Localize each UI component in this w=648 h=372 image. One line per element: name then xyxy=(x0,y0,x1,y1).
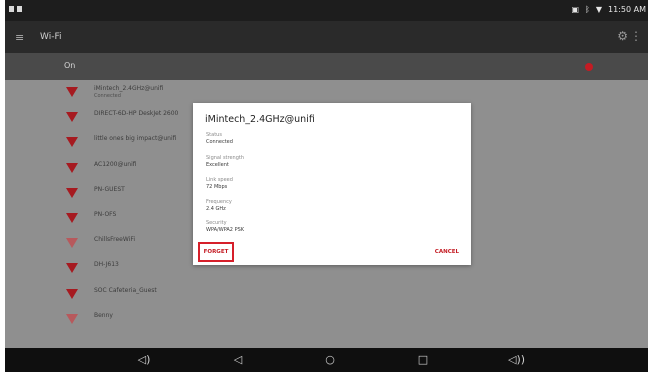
network-name: DH-J613 xyxy=(94,261,119,269)
android-screen: ▣ ᛒ ▼ 11:50 AM ≡ Wi-Fi ⚙ ⋮ On iMintech_2… xyxy=(5,0,648,372)
wifi-signal-icon xyxy=(66,137,78,148)
status-field: Status Connected xyxy=(206,132,233,146)
hamburger-menu-icon[interactable]: ≡ xyxy=(15,31,24,44)
signal-strength-field: Signal strength Excellent xyxy=(206,155,244,169)
signal-strength-label: Signal strength xyxy=(206,155,245,161)
more-options-icon[interactable]: ⋮ xyxy=(630,29,642,43)
network-name: PN-OFS xyxy=(94,210,117,218)
wifi-signal-icon xyxy=(66,187,78,198)
forget-button[interactable]: FORGET xyxy=(198,242,234,262)
volume-up-icon[interactable]: ◁)) xyxy=(508,353,525,366)
volume-down-icon[interactable]: ◁) xyxy=(136,353,152,366)
status-bar: ▣ ᛒ ▼ 11:50 AM xyxy=(5,0,648,21)
wifi-signal-icon xyxy=(66,288,78,299)
clock: 11:50 AM xyxy=(608,5,646,14)
recents-icon[interactable]: □ xyxy=(415,353,431,366)
network-status: Connected xyxy=(94,93,121,99)
wifi-signal-icon xyxy=(66,238,78,249)
link-speed-label: Link speed xyxy=(206,177,233,183)
wifi-signal-icon xyxy=(66,263,78,274)
bluetooth-icon: ᛒ xyxy=(585,5,590,14)
dialog-title: iMintech_2.4GHz@unifi xyxy=(205,114,315,125)
app-bar: ≡ Wi-Fi ⚙ ⋮ xyxy=(5,21,648,53)
network-name: SOC Cafeteria_Guest xyxy=(94,286,157,294)
notification-icon xyxy=(9,6,14,12)
network-item[interactable]: Benny xyxy=(5,307,648,332)
wifi-master-switch-bar[interactable]: On xyxy=(5,53,648,80)
link-speed-value: 72 Mbps xyxy=(206,184,228,190)
network-name: PN-GUEST xyxy=(94,185,125,193)
status-value: Connected xyxy=(206,139,233,145)
network-name: iMintech_2.4GHz@unifi xyxy=(94,85,164,92)
navigation-bar: ◁) ◁ ○ □ ◁)) xyxy=(5,348,648,372)
status-icons: ▣ ᛒ ▼ 11:50 AM xyxy=(571,5,646,14)
wifi-signal-icon xyxy=(66,112,78,123)
wifi-on-label: On xyxy=(64,61,76,70)
settings-gear-icon[interactable]: ⚙ xyxy=(617,29,628,43)
nfc-icon: ▣ xyxy=(571,5,580,14)
notification-icons xyxy=(9,6,22,12)
cancel-button[interactable]: CANCEL xyxy=(435,249,459,255)
status-label: Status xyxy=(206,132,222,138)
network-item[interactable]: iMintech_2.4GHz@unifi Connected xyxy=(5,80,648,105)
network-name: Benny xyxy=(94,311,113,319)
wifi-icon: ▼ xyxy=(595,5,603,14)
notification-icon xyxy=(17,6,22,12)
wifi-toggle-switch[interactable] xyxy=(585,63,593,71)
security-label: Security xyxy=(206,220,227,226)
security-value: WPA/WPA2 PSK xyxy=(206,227,245,233)
wifi-signal-icon xyxy=(66,212,78,223)
page-title: Wi-Fi xyxy=(40,32,62,42)
wifi-signal-icon xyxy=(66,87,78,97)
forget-button-label: FORGET xyxy=(203,249,229,255)
wifi-signal-icon xyxy=(66,313,78,324)
home-icon[interactable]: ○ xyxy=(322,353,338,366)
network-name: ChillsFreeWiFi xyxy=(94,236,136,244)
frequency-value: 2.4 GHz xyxy=(206,206,226,212)
back-icon[interactable]: ◁ xyxy=(230,353,246,366)
network-details-dialog: iMintech_2.4GHz@unifi Status Connected S… xyxy=(193,103,471,265)
wifi-signal-icon xyxy=(66,162,78,173)
network-name: AC1200@unifi xyxy=(94,160,137,168)
network-name: DIRECT-6D-HP DeskJet 2600 xyxy=(94,110,179,118)
signal-strength-value: Excellent xyxy=(206,162,229,168)
frequency-field: Frequency 2.4 GHz xyxy=(206,199,232,213)
security-field: Security WPA/WPA2 PSK xyxy=(206,220,244,234)
frequency-label: Frequency xyxy=(206,199,232,205)
network-item[interactable]: SOC Cafeteria_Guest xyxy=(5,282,648,307)
link-speed-field: Link speed 72 Mbps xyxy=(206,177,233,191)
network-name: little ones big impact@unifi xyxy=(94,135,177,143)
